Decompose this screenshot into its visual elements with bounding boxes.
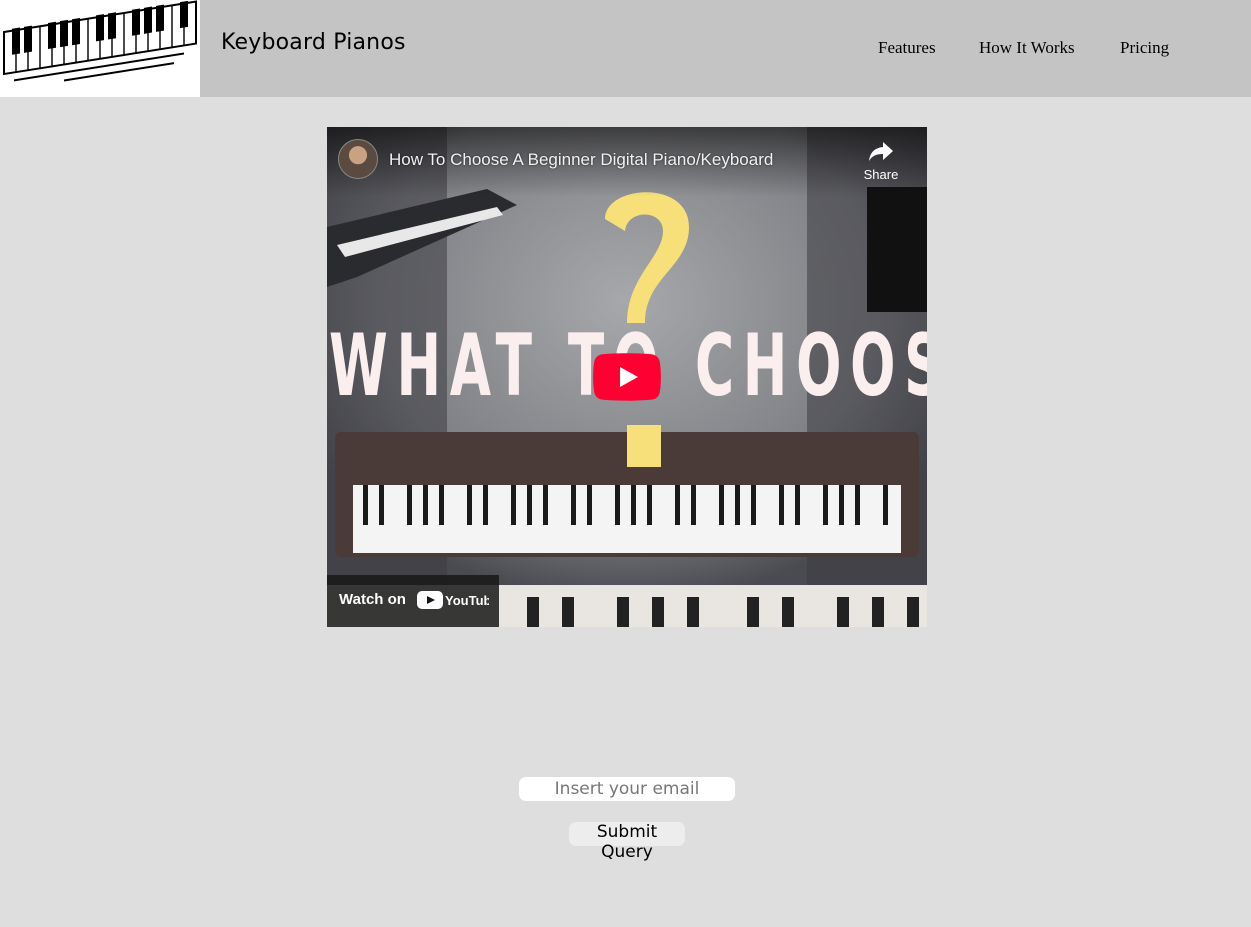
share-button[interactable]: Share	[857, 139, 905, 191]
youtube-logo-icon: YouTube	[417, 591, 489, 609]
youtube-wordmark: YouTube	[445, 593, 489, 608]
watch-on-youtube-button[interactable]: Watch on YouTube	[327, 575, 499, 627]
play-button[interactable]	[593, 353, 661, 401]
share-arrow-icon	[869, 142, 893, 161]
main-nav: Features How It Works Pricing	[0, 38, 1251, 62]
submit-query-button[interactable]: Submit Query	[569, 822, 685, 862]
channel-avatar[interactable]	[338, 139, 378, 179]
nav-pricing[interactable]: Pricing	[1120, 38, 1169, 58]
watch-on-label: Watch on	[339, 591, 406, 608]
nav-how-it-works[interactable]: How It Works	[979, 38, 1075, 58]
nav-features[interactable]: Features	[878, 38, 936, 58]
video-title[interactable]: How To Choose A Beginner Digital Piano/K…	[389, 150, 773, 170]
share-label: Share	[863, 167, 899, 182]
site-header: Keyboard Pianos Features How It Works Pr…	[0, 0, 1251, 97]
play-icon	[593, 353, 661, 401]
youtube-video-embed[interactable]: How To Choose A Beginner Digital Piano/K…	[327, 127, 927, 627]
thumbnail-text-right: CHOOSE	[695, 316, 927, 416]
email-input[interactable]	[519, 777, 735, 801]
